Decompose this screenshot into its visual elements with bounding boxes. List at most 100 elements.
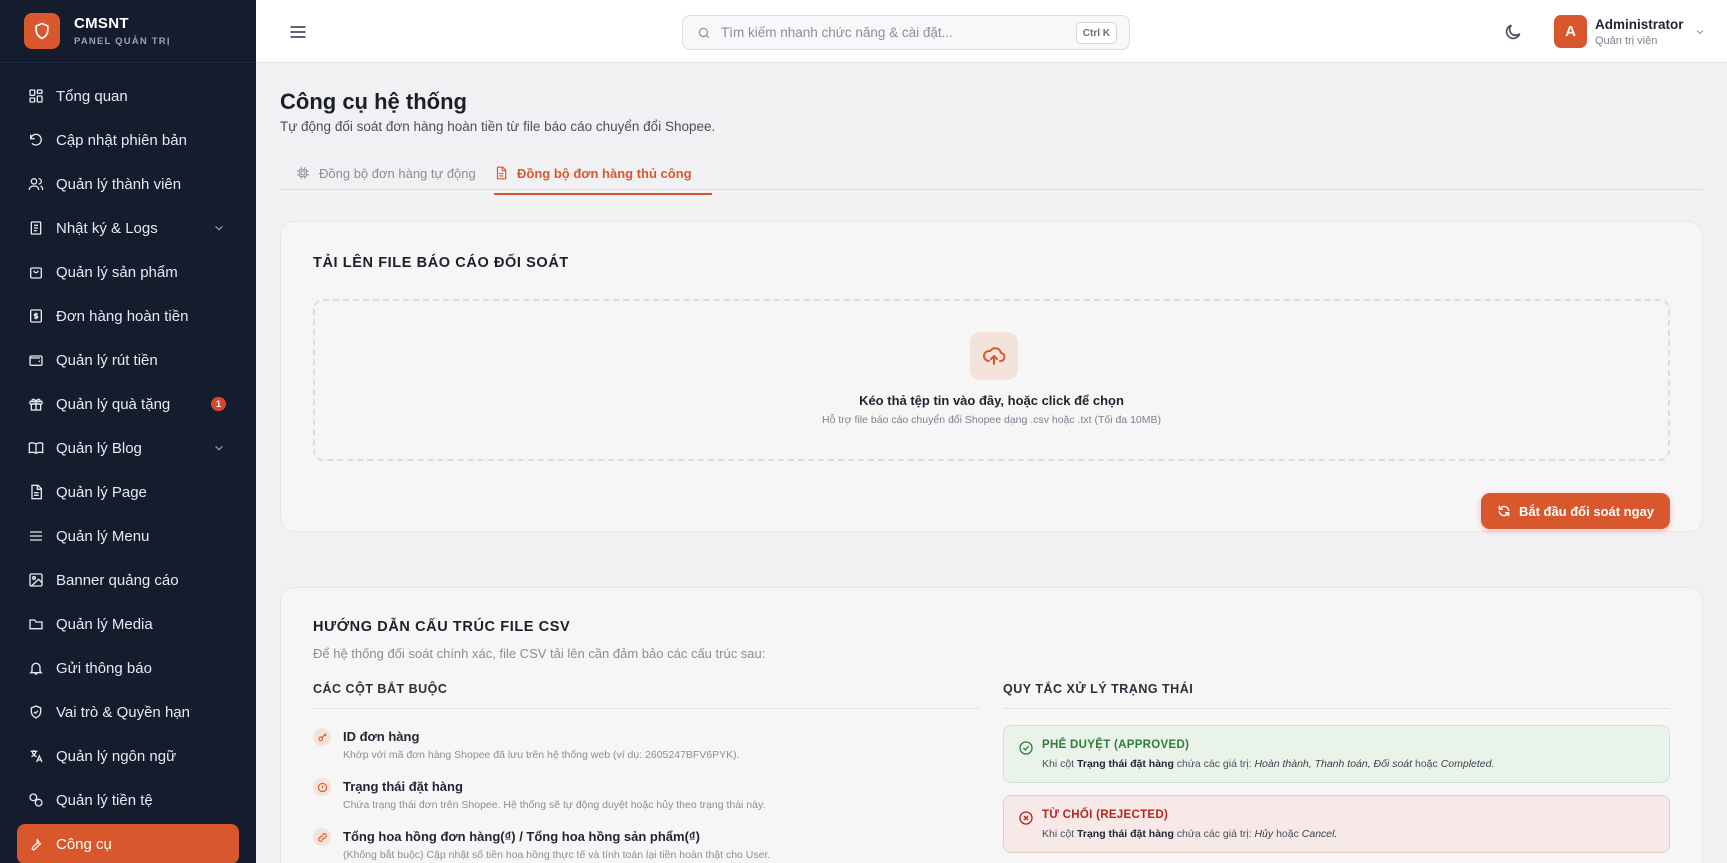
status-rules-heading: QUY TẮC XỬ LÝ TRẠNG THÁI [1003, 682, 1194, 696]
rule-rejected: TỪ CHỐI (REJECTED) Khi cột Trạng thái đặ… [1003, 795, 1670, 853]
upload-card: TẢI LÊN FILE BÁO CÁO ĐỐI SOÁT Kéo thả tệ… [280, 221, 1703, 532]
user-menu[interactable]: A Administrator Quản trị viên [1554, 15, 1706, 48]
sidebar-item-tools[interactable]: Công cụ [17, 824, 239, 863]
x-circle-icon [1019, 811, 1033, 825]
start-reconcile-button[interactable]: Bắt đầu đối soát ngay [1481, 493, 1670, 529]
rule-approved: PHÊ DUYỆT (APPROVED) Khi cột Trạng thái … [1003, 725, 1670, 783]
tab-label: Đồng bộ đơn hàng thủ công [517, 165, 692, 181]
divider [313, 708, 979, 709]
sidebar-item-logs[interactable]: Nhật ký & Logs [0, 206, 256, 250]
sidebar-item-label: Gửi thông báo [56, 659, 152, 677]
sidebar-item-pages[interactable]: Quản lý Page [0, 470, 256, 514]
shield-logo-icon [24, 13, 60, 49]
rule-text-part: chứa các giá trị: [1176, 828, 1252, 840]
sidebar: CMSNT PANEL QUẢN TRỊ Tổng quan Cập nhật … [0, 0, 256, 863]
required-column-title: Tổng hoa hồng đơn hàng(₫) / Tổng hoa hồn… [343, 829, 700, 844]
sidebar-item-withdrawals[interactable]: Quản lý rút tiền [0, 338, 256, 382]
users-icon [28, 176, 44, 192]
shield-check-icon [28, 704, 44, 720]
sidebar-item-blog[interactable]: Quản lý Blog [0, 426, 256, 470]
sidebar-item-products[interactable]: Quản lý sản phẩm [0, 250, 256, 294]
rule-approved-title: PHÊ DUYỆT (APPROVED) [1042, 739, 1190, 751]
moon-icon[interactable] [1503, 22, 1523, 42]
currency-icon [28, 792, 44, 808]
brand-name: CMSNT [74, 15, 129, 32]
rule-text-part: Khi cột [1042, 828, 1075, 840]
rule-text-part: chứa các giá trị: [1176, 758, 1252, 770]
tab-auto-sync[interactable]: Đồng bộ đơn hàng tự động [296, 156, 476, 190]
chevron-down-icon [215, 225, 223, 231]
sidebar-item-notifications[interactable]: Gửi thông báo [0, 646, 256, 690]
page-description: Tự động đối soát đơn hàng hoàn tiền từ f… [280, 119, 716, 134]
active-tab-indicator [494, 193, 712, 195]
sidebar-item-refund-orders[interactable]: Đơn hàng hoàn tiền [0, 294, 256, 338]
sidebar-item-label: Quản lý Media [56, 615, 153, 633]
receipt-dollar-icon [28, 308, 44, 324]
notification-badge: 1 [211, 397, 226, 411]
required-column-desc: (Không bắt buộc) Cập nhật số tiền hoa hồ… [343, 849, 771, 861]
sidebar-item-label: Quản lý rút tiền [56, 351, 158, 369]
tab-label: Đồng bộ đơn hàng tự động [319, 165, 476, 181]
wrench-icon [28, 836, 44, 852]
guide-description: Để hệ thống đối soát chính xác, file CSV… [313, 646, 766, 661]
rule-column-name: Trạng thái đặt hàng [1077, 758, 1174, 770]
sidebar-item-media[interactable]: Quản lý Media [0, 602, 256, 646]
sidebar-item-overview[interactable]: Tổng quan [0, 74, 256, 118]
file-icon [28, 484, 44, 500]
refresh-icon [1498, 505, 1510, 517]
sidebar-item-languages[interactable]: Quản lý ngôn ngữ [0, 734, 256, 778]
sidebar-item-gifts[interactable]: Quản lý quà tặng 1 [0, 382, 256, 426]
file-dropzone[interactable]: Kéo thả tệp tin vào đây, hoặc click để c… [313, 299, 1670, 461]
key-icon [313, 728, 331, 746]
page-title: Công cụ hệ thống [280, 89, 467, 114]
update-icon [28, 132, 44, 148]
rule-values: Completed. [1440, 758, 1495, 770]
required-column-desc: Khớp với mã đơn hàng Shopee đã lưu trên … [343, 749, 740, 761]
dropzone-hint: Hỗ trợ file báo cáo chuyển đổi Shopee dạ… [822, 414, 1161, 426]
info-circle-icon [313, 778, 331, 796]
brand-subtitle: PANEL QUẢN TRỊ [74, 36, 171, 47]
tab-manual-sync[interactable]: Đồng bộ đơn hàng thủ công [494, 156, 692, 190]
sidebar-item-banners[interactable]: Banner quảng cáo [0, 558, 256, 602]
cpu-icon [297, 167, 309, 179]
document-icon [496, 166, 507, 180]
sidebar-item-label: Quản lý ngôn ngữ [56, 747, 177, 765]
search-input[interactable]: Tìm kiếm nhanh chức năng & cài đặt... Ct… [682, 15, 1130, 50]
cloud-upload-icon [970, 332, 1018, 380]
hamburger-menu-icon[interactable] [288, 22, 308, 42]
wallet-icon [28, 352, 44, 368]
sidebar-item-label: Quản lý quà tặng [56, 395, 171, 413]
upload-card-title: TẢI LÊN FILE BÁO CÁO ĐỐI SOÁT [313, 255, 569, 271]
divider [1003, 708, 1670, 709]
csv-guide-card: HƯỚNG DẪN CẤU TRÚC FILE CSV Để hệ thống … [280, 587, 1703, 863]
rule-text-part: hoặc [1414, 758, 1438, 770]
sidebar-item-label: Quản lý Menu [56, 527, 150, 545]
sidebar-item-members[interactable]: Quản lý thành viên [0, 162, 256, 206]
guide-title: HƯỚNG DẪN CẤU TRÚC FILE CSV [313, 619, 571, 635]
link-icon [313, 828, 331, 846]
sidebar-item-currency[interactable]: Quản lý tiền tệ [0, 778, 256, 822]
search-icon [698, 27, 710, 38]
sidebar-item-update[interactable]: Cập nhật phiên bản [0, 118, 256, 162]
brand[interactable]: CMSNT PANEL QUẢN TRỊ [0, 0, 256, 63]
sidebar-item-label: Quản lý Page [56, 483, 147, 501]
rule-values: Cancel. [1301, 828, 1338, 840]
search-shortcut: Ctrl K [1075, 22, 1117, 44]
search-placeholder: Tìm kiếm nhanh chức năng & cài đặt... [721, 25, 953, 40]
sidebar-item-roles[interactable]: Vai trò & Quyền hạn [0, 690, 256, 734]
sidebar-item-label: Công cụ [56, 835, 112, 853]
rule-rejected-title: TỪ CHỐI (REJECTED) [1042, 809, 1169, 821]
rule-rejected-text: Khi cột Trạng thái đặt hàng chứa các giá… [1042, 828, 1337, 840]
folder-icon [28, 616, 44, 632]
sidebar-item-menu[interactable]: Quản lý Menu [0, 514, 256, 558]
required-column-desc: Chứa trạng thái đơn trên Shopee. Hệ thốn… [343, 799, 766, 811]
gift-icon [28, 396, 44, 412]
sidebar-item-label: Vai trò & Quyền hạn [56, 703, 190, 721]
dashboard-icon [28, 88, 44, 104]
sidebar-item-label: Nhật ký & Logs [56, 219, 158, 237]
required-columns-heading: CÁC CỘT BẮT BUỘC [313, 682, 448, 696]
rule-text-part: hoặc [1276, 828, 1299, 840]
logs-icon [28, 220, 44, 236]
rule-values: Hủy [1254, 828, 1274, 840]
topbar: Tìm kiếm nhanh chức năng & cài đặt... Ct… [256, 0, 1727, 63]
